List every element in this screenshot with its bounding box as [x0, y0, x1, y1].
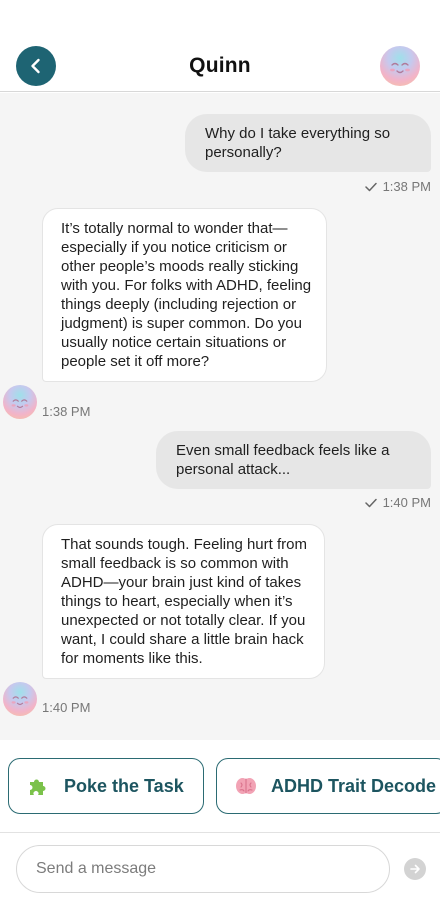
quick-action-poke-the-task[interactable]: Poke the Task	[8, 758, 204, 814]
smiley-face-icon	[11, 399, 29, 409]
message-text: Even small feedback feels like a persona…	[176, 442, 390, 478]
message-meta: 1:38 PM	[364, 179, 431, 194]
bot-message-bubble: That sounds tough. Feeling hurt from sma…	[42, 524, 325, 679]
bot-avatar	[3, 385, 37, 419]
smiley-face-icon	[11, 696, 29, 706]
page-title: Quinn	[189, 54, 251, 77]
arrow-right-icon	[410, 864, 420, 874]
message-input[interactable]	[16, 845, 390, 893]
chat-messages[interactable]: Why do I take everything so personally? …	[0, 93, 440, 740]
quick-action-label: Poke the Task	[64, 775, 184, 796]
user-message-bubble: Even small feedback feels like a persona…	[156, 431, 431, 489]
message-text: That sounds tough. Feeling hurt from sma…	[61, 536, 307, 667]
message-meta: 1:40 PM	[364, 495, 431, 510]
avatar[interactable]	[380, 46, 420, 86]
brain-icon	[236, 778, 256, 794]
chat-header: Quinn	[0, 0, 440, 92]
quick-action-label: ADHD Trait Decode	[271, 775, 437, 796]
send-button[interactable]	[404, 858, 426, 880]
message-time: 1:38 PM	[42, 404, 91, 419]
message-text: It’s totally normal to wonder that—espec…	[61, 220, 312, 370]
message-time: 1:40 PM	[382, 495, 431, 510]
message-time: 1:38 PM	[382, 179, 431, 194]
user-message-bubble: Why do I take everything so personally?	[185, 114, 431, 172]
message-composer	[0, 832, 440, 908]
quick-action-adhd-trait-decode[interactable]: ADHD Trait Decode	[216, 758, 440, 814]
checkmark-icon	[364, 182, 377, 191]
bot-avatar	[3, 682, 37, 716]
bot-message-bubble: It’s totally normal to wonder that—espec…	[42, 208, 327, 382]
message-time: 1:40 PM	[42, 700, 91, 715]
checkmark-icon	[364, 498, 377, 507]
smiley-face-icon	[390, 62, 410, 74]
message-text: Why do I take everything so personally?	[205, 125, 391, 161]
quick-actions-bar[interactable]: Poke the Task ADHD Trait Decode	[0, 740, 440, 832]
puzzle-piece-icon	[30, 779, 46, 795]
